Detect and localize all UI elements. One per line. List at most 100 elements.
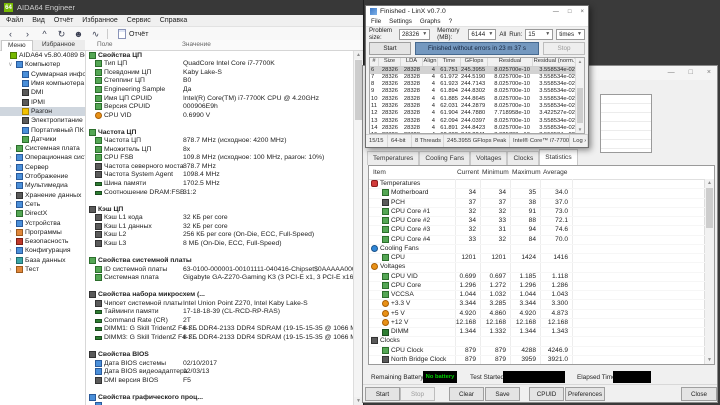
info-row-29[interactable]: Чипсет системной платыIntel Union Point … [86, 299, 354, 308]
info-row-4[interactable]: Engineering SampleДа [86, 85, 354, 94]
close-button[interactable]: Close [681, 387, 717, 401]
column-header-0[interactable]: # [370, 58, 379, 66]
sidebar-item-23[interactable]: ›Тест [0, 265, 85, 274]
section-row-0[interactable]: Свойства ЦП [86, 51, 354, 60]
expand-arrow[interactable]: › [7, 220, 14, 226]
stat-column-1[interactable]: Current [457, 169, 479, 176]
sidebar-item-12[interactable]: ›Сервер [0, 163, 85, 172]
user-icon[interactable]: ☻ [73, 28, 84, 40]
info-row-30[interactable]: Тайминги памяти17-18-18-39 (CL-RCD-RP-RA… [86, 308, 354, 317]
scroll-down-icon[interactable]: ▼ [705, 356, 714, 364]
sidebar-item-3[interactable]: Имя компьютера [0, 79, 85, 88]
section-row-18[interactable]: Кэш ЦП [86, 205, 354, 214]
save-button[interactable]: Save [485, 387, 520, 401]
section-row-28[interactable]: Свойства набора микросхем (... [86, 290, 354, 299]
stat-item-memory-clock[interactable]: Memory Clock1703170117041702.9 [369, 364, 705, 365]
column-header-7[interactable]: Residual (norm.) [533, 58, 578, 66]
minimize-button[interactable]: — [668, 69, 675, 76]
sidebar-item-18[interactable]: ›Устройства [0, 218, 85, 227]
info-row-31[interactable]: Command Rate (CR)2T [86, 316, 354, 325]
expand-arrow[interactable]: › [7, 146, 14, 152]
column-header-5[interactable]: GFlops [461, 58, 488, 66]
info-row-7[interactable]: CPU VID0.6990 V [86, 111, 354, 120]
sidebar-item-13[interactable]: ›Отображение [0, 172, 85, 181]
expand-arrow[interactable]: › [7, 174, 14, 180]
sidebar-item-22[interactable]: ›База данных [0, 256, 85, 265]
sidebar-item-11[interactable]: ›Операционная система [0, 153, 85, 162]
info-row-32[interactable]: DIMM1: G Skill TridentZ F4-3...8 ГБ DDR4… [86, 325, 354, 334]
expand-arrow[interactable]: › [7, 211, 14, 217]
menu-item-0[interactable]: Файл [6, 17, 23, 24]
sidebar-item-2[interactable]: Суммарная информация [0, 70, 85, 79]
sidebar-item-8[interactable]: Портативный ПК [0, 125, 85, 134]
cpuid-button[interactable]: CPUID [529, 387, 564, 401]
tab-menu[interactable]: Меню [1, 40, 33, 51]
sidebar-item-20[interactable]: ›Безопасность [0, 237, 85, 246]
result-row-12[interactable]: 122832628328461.904244.78807.718958e-103… [370, 110, 584, 117]
menu-item-5[interactable]: Справка [160, 17, 187, 24]
info-row-2[interactable]: Псевдоним ЦПKaby Lake-S [86, 68, 354, 77]
info-row-1[interactable]: Тип ЦПQuadCore Intel Core i7-7700K [86, 60, 354, 69]
sidebar-item-9[interactable]: Датчики [0, 135, 85, 144]
preferences-button[interactable]: Preferences [565, 387, 605, 401]
section-row-24[interactable]: Свойства системной платы [86, 256, 354, 265]
sidebar-item-21[interactable]: ›Конфигурация [0, 246, 85, 255]
section-row-35[interactable]: Свойства BIOS [86, 350, 354, 359]
scrollbar-thumb[interactable] [706, 188, 713, 228]
result-row-13[interactable]: 132832628328462.094244.03978.025700e-103… [370, 118, 584, 125]
sidebar-item-10[interactable]: ›Системная плата [0, 144, 85, 153]
scroll-up-icon[interactable]: ▲ [576, 58, 584, 65]
result-row-14[interactable]: 142832628328461.891244.84238.025700e-103… [370, 125, 584, 132]
linx-menu-item-1[interactable]: Settings [389, 18, 412, 25]
section-row-40[interactable]: Свойства графического проц... [86, 393, 354, 402]
info-row-16[interactable]: Соотношение DRAM:FSB31:2 [86, 188, 354, 197]
info-row-14[interactable]: Частота System Agent1098.4 MHz [86, 171, 354, 180]
menu-item-3[interactable]: Избранное [82, 17, 117, 24]
start-button[interactable]: Start [365, 387, 400, 401]
info-row-20[interactable]: Кэш L1 данных32 КБ per core [86, 222, 354, 231]
expand-arrow[interactable]: › [7, 201, 14, 207]
column-header-1[interactable]: Size [379, 58, 401, 66]
info-row-15[interactable]: Шина памяти1702.5 MHz [86, 179, 354, 188]
result-row-7[interactable]: 72832628328461.972244.51908.025700e-103.… [370, 74, 584, 81]
sidebar-item-19[interactable]: ›Программы [0, 228, 85, 237]
expand-arrow[interactable]: › [7, 239, 14, 245]
sidebar-item-6[interactable]: Разгон [0, 107, 85, 116]
scrollbar-thumb[interactable] [355, 60, 362, 120]
problem-size-select[interactable]: 28326▼ [399, 29, 430, 40]
info-row-3[interactable]: Степпинг ЦПB0 [86, 77, 354, 86]
sidebar-item-17[interactable]: ›DirectX [0, 209, 85, 218]
info-row-19[interactable]: Кэш L1 кода32 КБ per core [86, 213, 354, 222]
sidebar-item-0[interactable]: AIDA64 v5.80.4089 Beta [0, 51, 85, 60]
menu-item-1[interactable]: Вид [32, 17, 45, 24]
section-row-9[interactable]: Частота ЦП [86, 128, 354, 137]
result-row-8[interactable]: 82832628328461.923244.71438.025700e-103.… [370, 81, 584, 88]
tab-clocks[interactable]: Clocks [507, 151, 539, 165]
sidebar-item-15[interactable]: ›Хранение данных [0, 191, 85, 200]
info-row-26[interactable]: Системная платаGigabyte GA-Z270-Gaming K… [86, 273, 354, 282]
stop-button[interactable]: Stop [400, 387, 435, 401]
stop-button[interactable]: Stop [543, 42, 585, 55]
clear-button[interactable]: Clear [449, 387, 484, 401]
info-row-5[interactable]: Имя ЦП CPUIDIntel(R) Core(TM) i7-7700K C… [86, 94, 354, 103]
expand-arrow[interactable]: › [7, 267, 14, 273]
sidebar-item-14[interactable]: ›Мультимедиа [0, 181, 85, 190]
report-button[interactable]: Отчёт [114, 28, 152, 40]
linx-menu-item-3[interactable]: ? [449, 18, 453, 25]
info-row-25[interactable]: ID системной платы63-0100-000001-0010111… [86, 265, 354, 274]
refresh-icon[interactable]: ↻ [56, 28, 67, 40]
info-row-11[interactable]: Множитель ЦП8x [86, 145, 354, 154]
result-row-11[interactable]: 112832628328462.031244.28798.025700e-103… [370, 103, 584, 110]
column-header-6[interactable]: Residual [488, 58, 533, 66]
expand-arrow[interactable]: › [7, 183, 14, 189]
info-row-13[interactable]: Частота северного моста878.7 MHz [86, 162, 354, 171]
info-row-33[interactable]: DIMM3: G Skill TridentZ F4-3...8 ГБ DDR4… [86, 333, 354, 342]
minimize-button[interactable]: — [553, 9, 559, 15]
sidebar-item-4[interactable]: DMI [0, 88, 85, 97]
info-row-38[interactable]: DMI версия BIOSF5 [86, 376, 354, 385]
up-icon[interactable]: ^ [39, 28, 50, 40]
scrollbar-thumb[interactable] [577, 88, 583, 123]
result-row-9[interactable]: 92832628328461.894244.83028.025700e-103.… [370, 88, 584, 95]
stat-column-0[interactable]: Item [373, 169, 386, 176]
stat-column-2[interactable]: Minimum [482, 169, 509, 176]
